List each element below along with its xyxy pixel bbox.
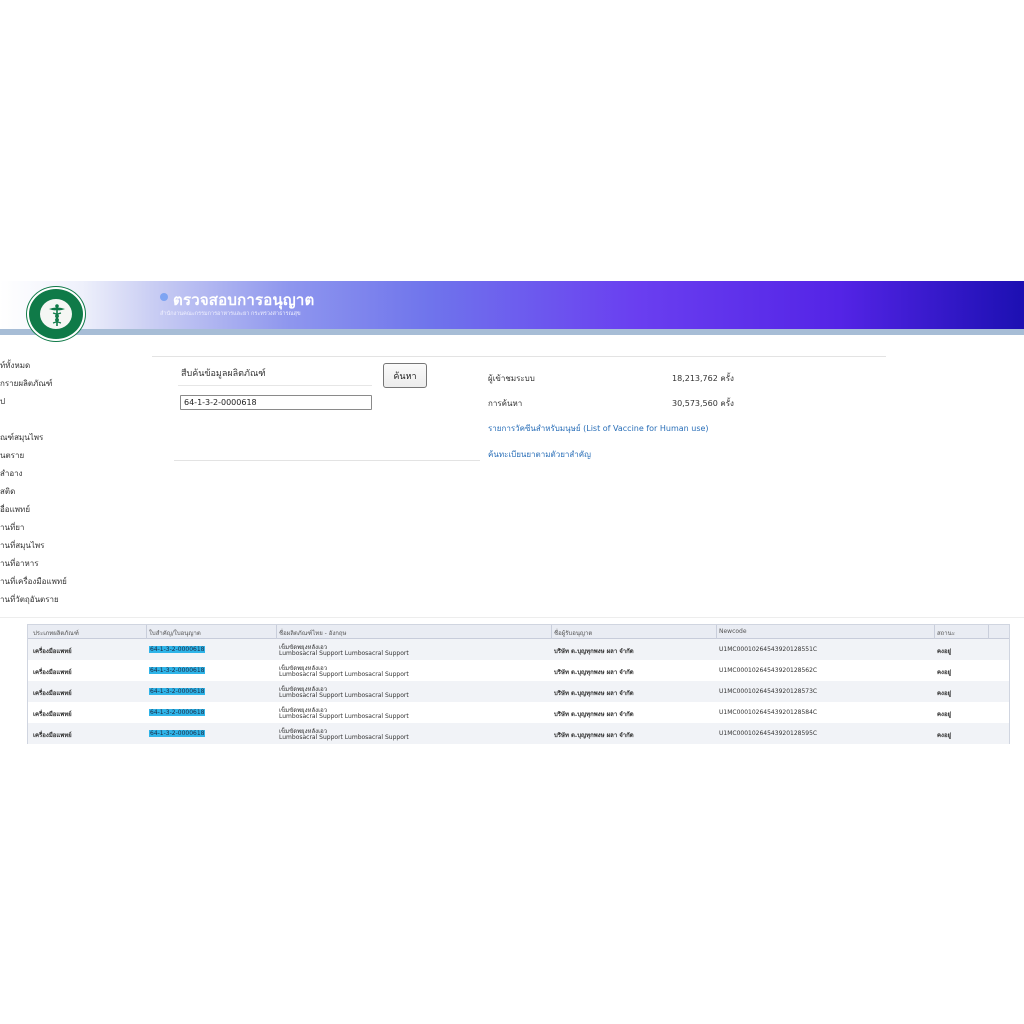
cell-licensee: บริษัท ต.บุญทุกพงษ ผลา จำกัด <box>554 648 634 655</box>
caduceus-icon <box>49 304 65 326</box>
license-highlight: 64-1-3-2-0000618 <box>149 709 206 716</box>
search-button[interactable]: ค้นหา <box>383 363 427 388</box>
results-table: ประเภทผลิตภัณฑ์ ใบสำคัญ/ใบอนุญาต ชื่อผลิ… <box>27 624 1010 744</box>
side-menu-item[interactable]: านที่เครื่องมือแพทย์ <box>0 575 67 588</box>
side-menu-item[interactable]: านที่สมุนไพร <box>0 539 44 552</box>
column-divider <box>551 625 552 639</box>
cell-license[interactable]: 64-1-3-2-0000618 <box>149 667 206 674</box>
searches-value: 30,573,560 ครั้ง <box>672 399 734 408</box>
column-header-license[interactable]: ใบสำคัญ/ใบอนุญาต <box>149 628 201 638</box>
side-menu-item[interactable]: านที่วัตถุอันตราย <box>0 593 59 606</box>
header-stripe <box>0 329 1024 335</box>
cell-name-en: Lumbosacral Support Lumbosacral Support <box>279 692 409 699</box>
table-row[interactable]: เครื่องมือแพทย์ 64-1-3-2-0000618 เข็มขัด… <box>28 681 1009 702</box>
column-divider <box>146 625 147 639</box>
table-row[interactable]: เครื่องมือแพทย์ 64-1-3-2-0000618 เข็มขัด… <box>28 639 1009 660</box>
column-header-type[interactable]: ประเภทผลิตภัณฑ์ <box>33 628 79 638</box>
cell-name-en: Lumbosacral Support Lumbosacral Support <box>279 671 409 678</box>
side-menu-item[interactable]: นตราย <box>0 449 24 462</box>
cell-newcode: U1MC00010264543920128573C <box>719 688 818 695</box>
searches-label: การค้นหา <box>488 399 523 408</box>
vaccine-list-link[interactable]: รายการวัคซีนสำหรับมนุษย์ (List of Vaccin… <box>488 422 709 435</box>
cell-name-en: Lumbosacral Support Lumbosacral Support <box>279 650 409 657</box>
cell-type: เครื่องมือแพทย์ <box>33 711 72 718</box>
license-highlight: 64-1-3-2-0000618 <box>149 646 206 653</box>
page-title: ตรวจสอบการอนุญาต <box>173 291 315 309</box>
cell-type: เครื่องมือแพทย์ <box>33 648 72 655</box>
table-row[interactable]: เครื่องมือแพทย์ 64-1-3-2-0000618 เข็มขัด… <box>28 723 1009 744</box>
side-menu-item[interactable]: ป <box>0 395 5 408</box>
search-label: สืบค้นข้อมูลผลิตภัณฑ์ <box>181 369 266 379</box>
side-menu-item[interactable]: านที่อาหาร <box>0 557 39 570</box>
license-highlight: 64-1-3-2-0000618 <box>149 688 206 695</box>
cell-type: เครื่องมือแพทย์ <box>33 669 72 676</box>
cell-status: คงอยู่ <box>937 690 952 697</box>
header-banner <box>0 281 1024 329</box>
cell-newcode: U1MC00010264543920128562C <box>719 667 818 674</box>
cell-license[interactable]: 64-1-3-2-0000618 <box>149 709 206 716</box>
column-header-status[interactable]: สถานะ <box>937 628 955 638</box>
side-menu-item[interactable]: ท์ทั้งหมด <box>0 359 30 372</box>
column-divider <box>276 625 277 639</box>
side-menu-item[interactable]: กรายผลิตภัณฑ์ <box>0 377 52 390</box>
side-menu-item[interactable]: สำอาง <box>0 467 23 480</box>
visitors-value: 18,213,762 ครั้ง <box>672 374 734 383</box>
table-header: ประเภทผลิตภัณฑ์ ใบสำคัญ/ใบอนุญาต ชื่อผลิ… <box>28 625 1009 639</box>
cell-name-en: Lumbosacral Support Lumbosacral Support <box>279 734 409 741</box>
cell-license[interactable]: 64-1-3-2-0000618 <box>149 730 206 737</box>
page-subtitle: สำนักงานคณะกรรมการอาหารและยา กระทรวงสาธา… <box>160 311 301 317</box>
search-bottom-divider <box>174 460 480 461</box>
cell-name-en: Lumbosacral Support Lumbosacral Support <box>279 713 409 720</box>
cell-licensee: บริษัท ต.บุญทุกพงษ ผลา จำกัด <box>554 669 634 676</box>
content-divider <box>152 356 886 357</box>
column-header-newcode[interactable]: Newcode <box>719 628 747 635</box>
column-divider <box>716 625 717 639</box>
logo-emblem <box>38 297 74 331</box>
table-row[interactable]: เครื่องมือแพทย์ 64-1-3-2-0000618 เข็มขัด… <box>28 702 1009 723</box>
cell-type: เครื่องมือแพทย์ <box>33 732 72 739</box>
column-divider <box>934 625 935 639</box>
ministry-logo-icon[interactable] <box>27 287 85 341</box>
drug-registration-link[interactable]: ค้นทะเบียนยาตามตัวยาสำคัญ <box>488 448 591 461</box>
side-menu-item[interactable]: านที่ยา <box>0 521 24 534</box>
cell-status: คงอยู่ <box>937 648 952 655</box>
table-divider <box>0 617 1024 618</box>
cell-license[interactable]: 64-1-3-2-0000618 <box>149 688 206 695</box>
search-divider <box>178 385 372 386</box>
side-menu-item[interactable]: ณฑ์สมุนไพร <box>0 431 43 444</box>
side-menu-item[interactable]: อื่อแพทย์ <box>0 503 30 516</box>
visitors-label: ผู้เข้าชมระบบ <box>488 374 535 383</box>
license-highlight: 64-1-3-2-0000618 <box>149 667 206 674</box>
cell-type: เครื่องมือแพทย์ <box>33 690 72 697</box>
cell-newcode: U1MC00010264543920128595C <box>719 730 818 737</box>
column-divider <box>988 625 989 639</box>
cell-status: คงอยู่ <box>937 711 952 718</box>
cell-newcode: U1MC00010264543920128551C <box>719 646 818 653</box>
cell-license[interactable]: 64-1-3-2-0000618 <box>149 646 206 653</box>
cell-licensee: บริษัท ต.บุญทุกพงษ ผลา จำกัด <box>554 711 634 718</box>
table-row[interactable]: เครื่องมือแพทย์ 64-1-3-2-0000618 เข็มขัด… <box>28 660 1009 681</box>
side-menu-item[interactable]: สติด <box>0 485 15 498</box>
cell-licensee: บริษัท ต.บุญทุกพงษ ผลา จำกัด <box>554 690 634 697</box>
cell-licensee: บริษัท ต.บุญทุกพงษ ผลา จำกัด <box>554 732 634 739</box>
dot-icon <box>160 293 168 301</box>
cell-status: คงอยู่ <box>937 732 952 739</box>
search-input[interactable] <box>180 395 372 410</box>
cell-newcode: U1MC00010264543920128584C <box>719 709 818 716</box>
license-highlight: 64-1-3-2-0000618 <box>149 730 206 737</box>
cell-status: คงอยู่ <box>937 669 952 676</box>
column-header-licensee[interactable]: ชื่อผู้รับอนุญาต <box>554 628 592 638</box>
column-header-product-name[interactable]: ชื่อผลิตภัณฑ์ไทย - อังกฤษ <box>279 628 347 638</box>
